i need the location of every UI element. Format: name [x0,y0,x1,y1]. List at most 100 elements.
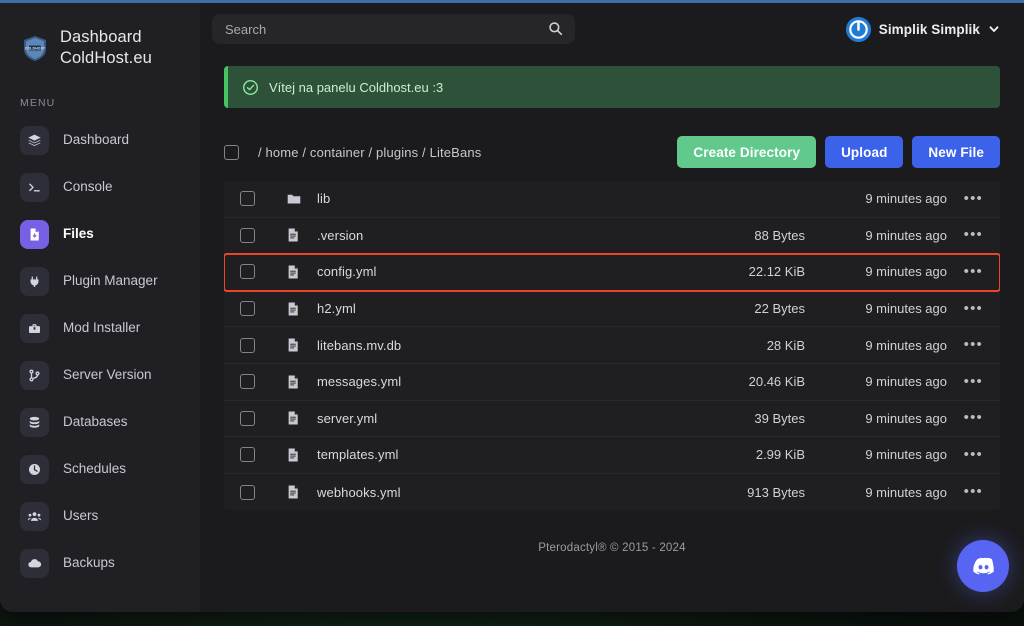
row-checkbox[interactable] [240,447,255,463]
file-list: lib 9 minutes ago ••• .version 88 Bytes 9 min… [224,181,1000,511]
upload-button[interactable]: Upload [825,136,904,168]
sidebar-nav-list: Dashboard Console Files Plugin Manager Mod I… [0,117,200,587]
row-checkbox[interactable] [240,301,255,317]
file-size: 913 Bytes [747,484,805,500]
row-checkbox[interactable] [240,484,255,500]
sidebar-item-label: Users [63,508,99,524]
file-modified: 9 minutes ago [865,374,947,390]
search-box[interactable] [212,14,575,44]
welcome-alert-banner: Vítej na panelu Coldhost.eu :3 [224,66,1000,108]
user-name: Simplik Simplik [878,21,980,37]
row-checkbox[interactable] [240,264,255,280]
row-checkbox[interactable] [240,191,255,207]
discord-icon[interactable] [957,540,1009,592]
file-icon [286,374,302,390]
users-icon [20,502,49,531]
file-size: 28 KiB [766,337,805,353]
file-name[interactable]: messages.yml [317,374,401,389]
file-name[interactable]: templates.yml [317,447,399,462]
search-input[interactable] [212,21,575,37]
file-modified: 9 minutes ago [865,484,947,500]
app-window: COLDHOST Dashboard ColdHost.eu MENU Dash… [0,0,1024,612]
brand-header[interactable]: COLDHOST Dashboard ColdHost.eu [0,21,200,75]
folder-icon [286,191,302,207]
file-size: 2.99 KiB [755,447,805,463]
row-ellipsis-menu-icon[interactable]: ••• [947,447,983,462]
row-ellipsis-menu-icon[interactable]: ••• [947,264,983,279]
coldhost-shield-logo-icon: COLDHOST [20,33,50,63]
topbar: Simplik Simplik [200,3,1024,55]
row-ellipsis-menu-icon[interactable]: ••• [947,410,983,425]
database-icon [20,408,49,437]
sidebar: COLDHOST Dashboard ColdHost.eu MENU Dash… [0,3,200,612]
row-checkbox[interactable] [240,410,255,426]
sidebar-item-files[interactable]: Files [0,211,200,258]
row-ellipsis-menu-icon[interactable]: ••• [947,484,983,499]
row-ellipsis-menu-icon[interactable]: ••• [947,227,983,242]
row-checkbox[interactable] [240,337,255,353]
row-checkbox[interactable] [240,227,255,243]
cloud-icon [20,549,49,578]
row-ellipsis-menu-icon[interactable]: ••• [947,191,983,206]
sidebar-item-label: Schedules [63,461,127,477]
search-icon[interactable] [548,21,563,41]
toolbox-icon [20,314,49,343]
footer-copyright: Pterodactyl® © 2015 - 2024 [538,542,686,555]
sidebar-item-databases[interactable]: Databases [0,399,200,446]
sidebar-item-schedules[interactable]: Schedules [0,446,200,493]
user-menu[interactable]: Simplik Simplik [845,16,1000,42]
sidebar-item-label: Mod Installer [63,320,141,336]
row-ellipsis-menu-icon[interactable]: ••• [947,301,983,316]
sidebar-item-label: Server Version [63,367,152,383]
table-row[interactable]: litebans.mv.db 28 KiB 9 minutes ago ••• [224,327,1000,364]
main-content: Simplik Simplik Vítej na panelu Coldhost… [200,3,1024,612]
sidebar-item-server-version[interactable]: Server Version [0,352,200,399]
power-circle-avatar-icon [845,16,871,42]
file-name[interactable]: litebans.mv.db [317,338,401,353]
table-row[interactable]: .version 88 Bytes 9 minutes ago ••• [224,218,1000,255]
sidebar-item-label: Databases [63,414,128,430]
table-row[interactable]: templates.yml 2.99 KiB 9 minutes ago ••• [224,437,1000,474]
sidebar-item-console[interactable]: Console [0,164,200,211]
sidebar-item-users[interactable]: Users [0,493,200,540]
chevron-down-icon[interactable] [988,23,1000,35]
file-name[interactable]: lib [317,191,330,206]
file-modified: 9 minutes ago [865,337,947,353]
sidebar-item-label: Dashboard [63,132,130,148]
file-modified: 9 minutes ago [865,227,947,243]
row-ellipsis-menu-icon[interactable]: ••• [947,337,983,352]
sidebar-item-label: Backups [63,555,115,571]
clock-icon [20,455,49,484]
table-row[interactable]: lib 9 minutes ago ••• [224,181,1000,218]
file-icon [286,410,302,426]
sidebar-item-label: Console [63,179,113,195]
sidebar-item-backups[interactable]: Backups [0,540,200,587]
sidebar-item-mod-installer[interactable]: Mod Installer [0,305,200,352]
file-modified: 9 minutes ago [865,301,947,317]
file-name[interactable]: h2.yml [317,301,356,316]
file-size: 22.12 KiB [748,264,805,280]
file-size: 20.46 KiB [748,374,805,390]
new-file-button[interactable]: New File [912,136,1000,168]
sidebar-item-plugin-manager[interactable]: Plugin Manager [0,258,200,305]
file-name[interactable]: webhooks.yml [317,485,401,500]
select-all-checkbox[interactable] [224,144,239,160]
layers-icon [20,126,49,155]
sidebar-item-dashboard[interactable]: Dashboard [0,117,200,164]
file-name[interactable]: config.yml [317,264,377,279]
file-name[interactable]: server.yml [317,411,377,426]
table-row[interactable]: config.yml 22.12 KiB 9 minutes ago ••• [224,253,1000,292]
row-ellipsis-menu-icon[interactable]: ••• [947,374,983,389]
menu-section-label: MENU [20,97,56,109]
table-row[interactable]: webhooks.yml 913 Bytes 9 minutes ago ••• [224,474,1000,511]
table-row[interactable]: messages.yml 20.46 KiB 9 minutes ago ••• [224,364,1000,401]
table-row[interactable]: server.yml 39 Bytes 9 minutes ago ••• [224,401,1000,438]
check-circle-icon [242,79,259,96]
breadcrumb[interactable]: / home / container / plugins / LiteBans [258,145,481,160]
create-directory-button[interactable]: Create Directory [677,136,817,168]
file-modified: 9 minutes ago [865,447,947,463]
file-modified: 9 minutes ago [865,191,947,207]
table-row[interactable]: h2.yml 22 Bytes 9 minutes ago ••• [224,291,1000,328]
row-checkbox[interactable] [240,374,255,390]
file-name[interactable]: .version [317,228,363,243]
